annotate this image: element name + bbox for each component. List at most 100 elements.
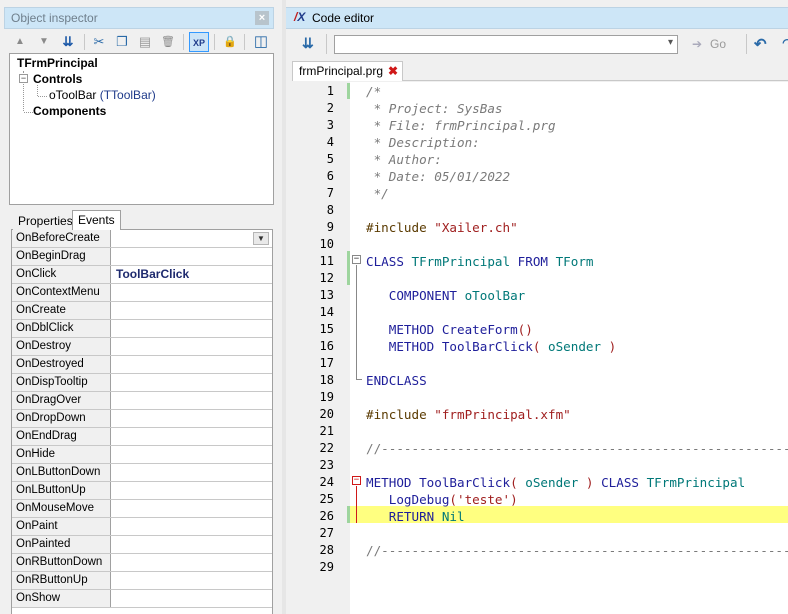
member-combo[interactable]: ▾ [334, 35, 678, 54]
code-line[interactable]: //--------------------------------------… [366, 542, 788, 559]
code-token: oSender [525, 475, 586, 490]
sort-members-icon[interactable]: ⇊ [302, 35, 314, 52]
event-row[interactable]: OnClick ToolBarClick [12, 266, 272, 284]
tree-root[interactable]: TFrmPrincipal [17, 56, 98, 70]
event-row[interactable]: OnDestroy [12, 338, 272, 356]
close-tab-icon[interactable]: ✖ [388, 64, 398, 78]
code-line[interactable]: METHOD CreateForm() [366, 321, 533, 338]
event-handler-value[interactable] [116, 464, 266, 481]
code-editor-toolbar: ⇊ ▾ ➔ Go ↶ ↷ [292, 31, 788, 57]
event-handler-value[interactable] [116, 284, 266, 301]
tab-properties[interactable]: Properties [13, 213, 78, 230]
event-handler-value[interactable] [116, 392, 266, 409]
event-handler-value[interactable] [116, 482, 266, 499]
code-line[interactable]: /* [366, 83, 381, 100]
event-handler-value[interactable] [116, 230, 266, 247]
event-row[interactable]: OnDestroyed [12, 356, 272, 374]
fold-collapse-icon[interactable]: − [352, 476, 361, 485]
code-line[interactable]: * Author: [366, 151, 442, 168]
event-handler-value[interactable] [116, 536, 266, 553]
event-name: OnDestroyed [12, 356, 111, 373]
layout-icon[interactable]: ◫ [251, 32, 271, 52]
paste-icon[interactable]: ▤ [135, 32, 155, 52]
event-handler-value[interactable] [116, 320, 266, 337]
move-down-icon[interactable]: ▼ [34, 32, 54, 52]
event-row[interactable]: OnPaint [12, 518, 272, 536]
event-handler-value[interactable] [116, 374, 266, 391]
tree-node-controls[interactable]: Controls [33, 72, 82, 86]
chevron-down-icon[interactable]: ▾ [668, 37, 673, 48]
copy-icon[interactable]: ❐ [112, 32, 132, 52]
code-line[interactable]: #include "Xailer.ch" [366, 219, 518, 236]
go-button[interactable]: Go [710, 37, 726, 51]
code-line[interactable]: CLASS TFrmPrincipal FROM TForm [366, 253, 594, 270]
event-row[interactable]: OnHide [12, 446, 272, 464]
undo-icon[interactable]: ↶ [754, 35, 767, 53]
event-row[interactable]: OnRButtonDown [12, 554, 272, 572]
code-area[interactable]: 1 2 3 4 5 6 7 8 9 10 11 12 13 14 15 16 17 18 19 20 21 22 23 24 2… [292, 82, 788, 614]
event-row[interactable]: OnCreate [12, 302, 272, 320]
code-line[interactable]: * Description: [366, 134, 480, 151]
tree-node-components[interactable]: Components [33, 104, 106, 118]
event-handler-value[interactable]: ToolBarClick [116, 266, 266, 283]
event-handler-value[interactable] [116, 554, 266, 571]
event-handler-value[interactable] [116, 446, 266, 463]
event-handler-value[interactable] [116, 248, 266, 265]
code-line[interactable]: #include "frmPrincipal.xfm" [366, 406, 571, 423]
event-handler-value[interactable] [116, 410, 266, 427]
code-line[interactable]: LogDebug('teste') [366, 491, 518, 508]
event-row[interactable]: OnEndDrag [12, 428, 272, 446]
delete-icon[interactable]: 🗑 [158, 32, 178, 52]
line-number: 27 [319, 526, 334, 540]
tree-node-otoolbar[interactable]: oToolBar (TToolBar) [49, 88, 156, 102]
cut-icon[interactable]: ✂ [89, 32, 109, 52]
event-handler-value[interactable] [116, 500, 266, 517]
move-up-icon[interactable]: ▲ [10, 32, 30, 52]
code-line[interactable]: COMPONENT oToolBar [366, 287, 526, 304]
lock-icon[interactable]: 🔒 [220, 32, 240, 52]
code-line[interactable]: */ [366, 185, 389, 202]
code-line[interactable]: RETURN Nil [366, 508, 465, 525]
event-handler-value[interactable] [116, 572, 266, 589]
event-row[interactable]: OnMouseMove [12, 500, 272, 518]
event-handler-value[interactable] [116, 518, 266, 535]
event-row[interactable]: OnBeforeCreate ▼ [12, 230, 272, 248]
event-row[interactable]: OnBeginDrag [12, 248, 272, 266]
xp-style-icon[interactable]: XP [189, 32, 209, 52]
sort-icon[interactable]: ⇊ [58, 32, 78, 52]
go-arrow-icon[interactable]: ➔ [692, 37, 702, 51]
event-row[interactable]: OnLButtonUp [12, 482, 272, 500]
event-row[interactable]: OnLButtonDown [12, 464, 272, 482]
tab-events[interactable]: Events [72, 210, 121, 231]
fold-collapse-icon[interactable]: − [352, 255, 361, 264]
event-row[interactable]: OnDispTooltip [12, 374, 272, 392]
event-row[interactable]: OnDragOver [12, 392, 272, 410]
code-line[interactable]: ENDCLASS [366, 372, 427, 389]
code-line[interactable]: //--------------------------------------… [366, 440, 788, 457]
code-token: oToolBar [464, 288, 526, 303]
code-token: #include [366, 220, 435, 235]
redo-icon[interactable]: ↷ [782, 35, 788, 53]
code-line[interactable]: * Project: SysBas [366, 100, 503, 117]
code-line[interactable]: * File: frmPrincipal.prg [366, 117, 556, 134]
component-tree[interactable]: TFrmPrincipal − Controls oToolBar (TTool… [9, 53, 274, 205]
dropdown-icon[interactable]: ▼ [253, 232, 269, 245]
event-handler-value[interactable] [116, 590, 266, 607]
event-row[interactable]: OnRButtonUp [12, 572, 272, 590]
event-row[interactable]: OnDropDown [12, 410, 272, 428]
code-line[interactable]: METHOD ToolBarClick( oSender ) [366, 338, 617, 355]
event-row[interactable]: OnContextMenu [12, 284, 272, 302]
event-handler-value[interactable] [116, 338, 266, 355]
event-row[interactable]: OnShow [12, 590, 272, 608]
event-handler-value[interactable] [116, 428, 266, 445]
close-icon[interactable]: × [255, 11, 269, 25]
file-tab[interactable]: frmPrincipal.prg ✖ [292, 61, 404, 81]
code-line[interactable]: * Date: 05/01/2022 [366, 168, 510, 185]
event-handler-value[interactable] [116, 302, 266, 319]
code-line[interactable]: METHOD ToolBarClick( oSender ) CLASS TFr… [366, 474, 745, 491]
event-row[interactable]: OnPainted [12, 536, 272, 554]
event-row[interactable]: OnDblClick [12, 320, 272, 338]
file-tab-label: frmPrincipal.prg [299, 64, 384, 78]
collapse-icon[interactable]: − [19, 74, 28, 83]
event-handler-value[interactable] [116, 356, 266, 373]
